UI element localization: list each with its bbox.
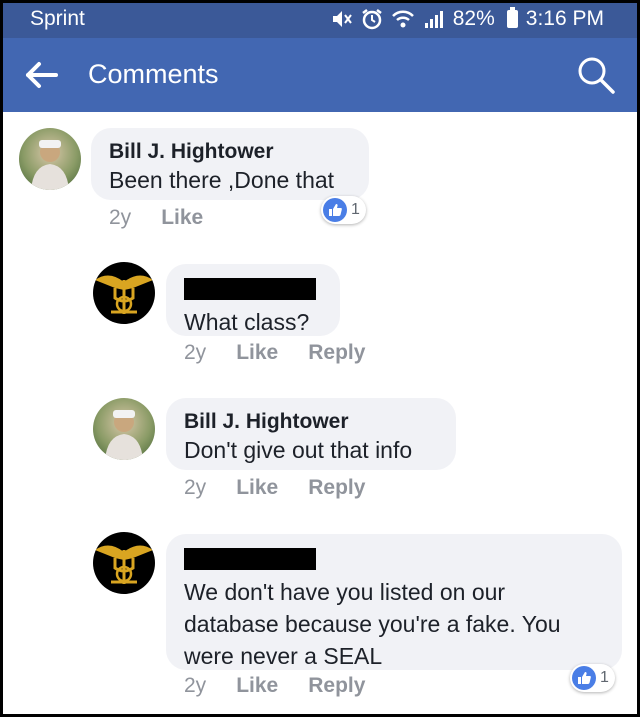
comment-meta: 2y Like Reply — [184, 341, 365, 365]
wifi-icon — [391, 10, 414, 28]
search-icon[interactable] — [576, 55, 616, 95]
like-count: 1 — [600, 669, 609, 686]
redacted-author-name — [184, 548, 316, 570]
like-count-badge[interactable]: 1 — [321, 196, 366, 224]
like-count: 1 — [351, 201, 360, 218]
status-bar: Sprint 82% 3:16 PM — [0, 0, 640, 38]
comment-author[interactable]: Bill J. Hightower — [109, 140, 351, 164]
battery-percent: 82% — [452, 7, 495, 30]
redacted-author-name — [184, 278, 316, 300]
reply-button[interactable]: Reply — [308, 674, 365, 698]
comment-text: Don't give out that info — [184, 437, 413, 463]
profile-photo-icon — [31, 140, 69, 190]
comment-bubble: Bill J. Hightower Don't give out that in… — [166, 398, 456, 470]
comment-text-line: were never a SEAL — [184, 643, 383, 669]
comment-meta: 2y Like Reply — [184, 674, 365, 698]
comment: Bill J. Hightower Been there ,Done that … — [0, 126, 640, 236]
carrier-name: Sprint — [30, 7, 85, 30]
thumbs-up-icon — [323, 198, 347, 222]
back-arrow-icon[interactable] — [24, 60, 60, 90]
avatar[interactable] — [93, 532, 155, 594]
avatar[interactable] — [19, 128, 81, 190]
reply-button[interactable]: Reply — [308, 476, 365, 500]
navy-seal-trident-logo — [95, 545, 153, 584]
comment-meta: 2y Like — [109, 206, 203, 230]
comment-time: 2y — [109, 206, 132, 229]
comment-meta: 2y Like Reply — [184, 476, 365, 500]
avatar[interactable] — [93, 398, 155, 460]
mute-icon — [332, 11, 352, 27]
app-header: Comments — [0, 38, 640, 112]
clock: 3:16 PM — [525, 7, 604, 30]
battery-icon — [506, 7, 518, 28]
comment-text-line: database because you're a fake. You — [184, 611, 561, 637]
navy-seal-trident-logo — [95, 275, 153, 314]
profile-photo-icon — [105, 410, 143, 460]
like-count-badge[interactable]: 1 — [570, 664, 615, 692]
comment: Bill J. Hightower Don't give out that in… — [0, 396, 640, 506]
comment-bubble: Bill J. Hightower Been there ,Done that — [91, 128, 369, 200]
comment: What class? 2y Like Reply — [0, 262, 640, 372]
comment-time: 2y — [184, 476, 207, 499]
alarm-icon — [362, 9, 382, 30]
like-button[interactable]: Like — [161, 206, 203, 230]
comment-bubble: We don't have you listed on our database… — [166, 534, 622, 670]
avatar[interactable] — [93, 262, 155, 324]
signal-icon — [424, 11, 443, 28]
page-title: Comments — [88, 59, 219, 89]
like-button[interactable]: Like — [236, 674, 278, 698]
comment: We don't have you listed on our database… — [0, 532, 640, 707]
comment-text-line: We don't have you listed on our — [184, 579, 506, 605]
comment-text: What class? — [184, 309, 310, 335]
status-icons: 82% 3:16 PM — [331, 7, 604, 31]
like-button[interactable]: Like — [236, 476, 278, 500]
like-button[interactable]: Like — [236, 341, 278, 365]
thumbs-up-icon — [572, 666, 596, 690]
comment-text: Been there ,Done that — [109, 167, 335, 193]
comment-time: 2y — [184, 341, 207, 364]
comment-bubble: What class? — [166, 264, 340, 336]
comment-time: 2y — [184, 674, 207, 697]
comment-author[interactable]: Bill J. Hightower — [184, 410, 438, 434]
reply-button[interactable]: Reply — [308, 341, 365, 365]
